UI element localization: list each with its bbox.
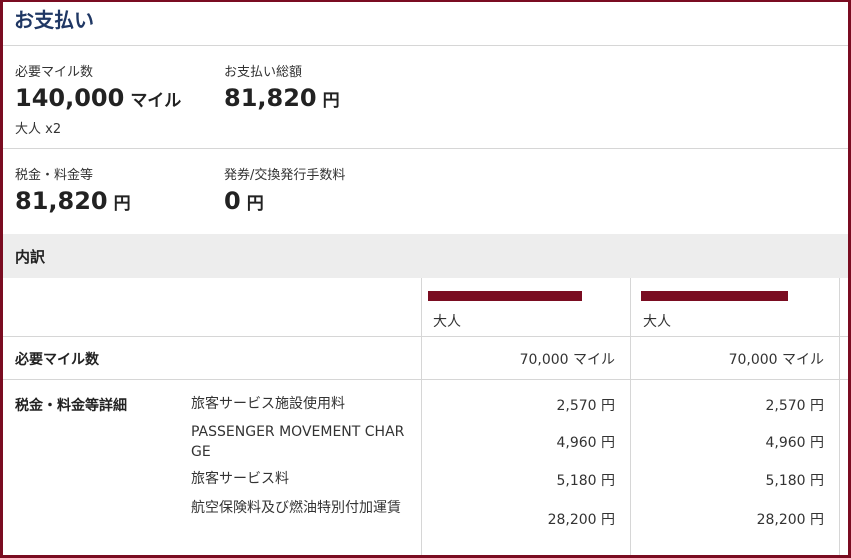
fee-item-amount: 5,180 円 [765, 473, 824, 489]
fee-item-name: 航空保険料及び燃油特別付加運賃 [191, 500, 401, 516]
passenger-count: 大人 x2 [15, 122, 62, 137]
required-miles-number: 140,000 [15, 84, 125, 112]
column-divider [421, 278, 422, 555]
tax-detail-label: 税金・料金等詳細 [15, 398, 127, 414]
redacted-passenger-name [428, 291, 582, 301]
taxes-unit: 円 [113, 194, 131, 214]
fee-item-amount: 4,960 円 [556, 435, 615, 451]
required-miles-unit: マイル [130, 91, 182, 111]
total-payment-label: お支払い総額 [224, 65, 303, 80]
total-payment-value: 81,820 円 [224, 84, 340, 112]
fee-item-amount: 4,960 円 [765, 435, 824, 451]
passenger-2-type: 大人 [643, 314, 671, 330]
taxes-value: 81,820 円 [15, 187, 131, 215]
passenger-1-miles: 70,000 マイル [519, 352, 615, 368]
fee-item-amount: 28,200 円 [547, 512, 615, 528]
issuance-fee-label: 発券/交換発行手数料 [224, 168, 346, 183]
fee-item-amount: 28,200 円 [756, 512, 824, 528]
fee-item-amount: 5,180 円 [556, 473, 615, 489]
taxes-number: 81,820 [15, 187, 108, 215]
taxes-label: 税金・料金等 [15, 168, 94, 183]
page-title: お支払い [14, 8, 94, 32]
redacted-passenger-name [641, 291, 788, 301]
issuance-fee-unit: 円 [246, 194, 264, 214]
miles-row-label: 必要マイル数 [15, 352, 99, 368]
divider [3, 336, 848, 337]
breakdown-heading: 内訳 [15, 248, 46, 266]
total-payment-unit: 円 [322, 91, 340, 111]
issuance-fee-value: 0円 [224, 187, 264, 215]
payment-panel: お支払い 必要マイル数 140,000 マイル 大人 x2 お支払い総額 81,8… [0, 0, 851, 558]
divider [3, 148, 848, 149]
divider [3, 379, 848, 380]
breakdown-header: 内訳 [3, 234, 848, 278]
column-divider [839, 278, 840, 555]
fee-item-amount: 2,570 円 [556, 398, 615, 414]
required-miles-value: 140,000 マイル [15, 84, 181, 112]
column-divider [630, 278, 631, 555]
fee-item-name: 旅客サービス料 [191, 471, 289, 487]
fee-item-amount: 2,570 円 [765, 398, 824, 414]
total-payment-number: 81,820 [224, 84, 317, 112]
issuance-fee-number: 0 [224, 187, 241, 215]
title-bar: お支払い [3, 2, 848, 46]
required-miles-label: 必要マイル数 [15, 65, 94, 80]
fee-item-name: 旅客サービス施設使用料 [191, 396, 345, 412]
passenger-2-miles: 70,000 マイル [728, 352, 824, 368]
passenger-1-type: 大人 [433, 314, 461, 330]
fee-item-name: PASSENGER MOVEMENT CHARGE [191, 424, 405, 460]
